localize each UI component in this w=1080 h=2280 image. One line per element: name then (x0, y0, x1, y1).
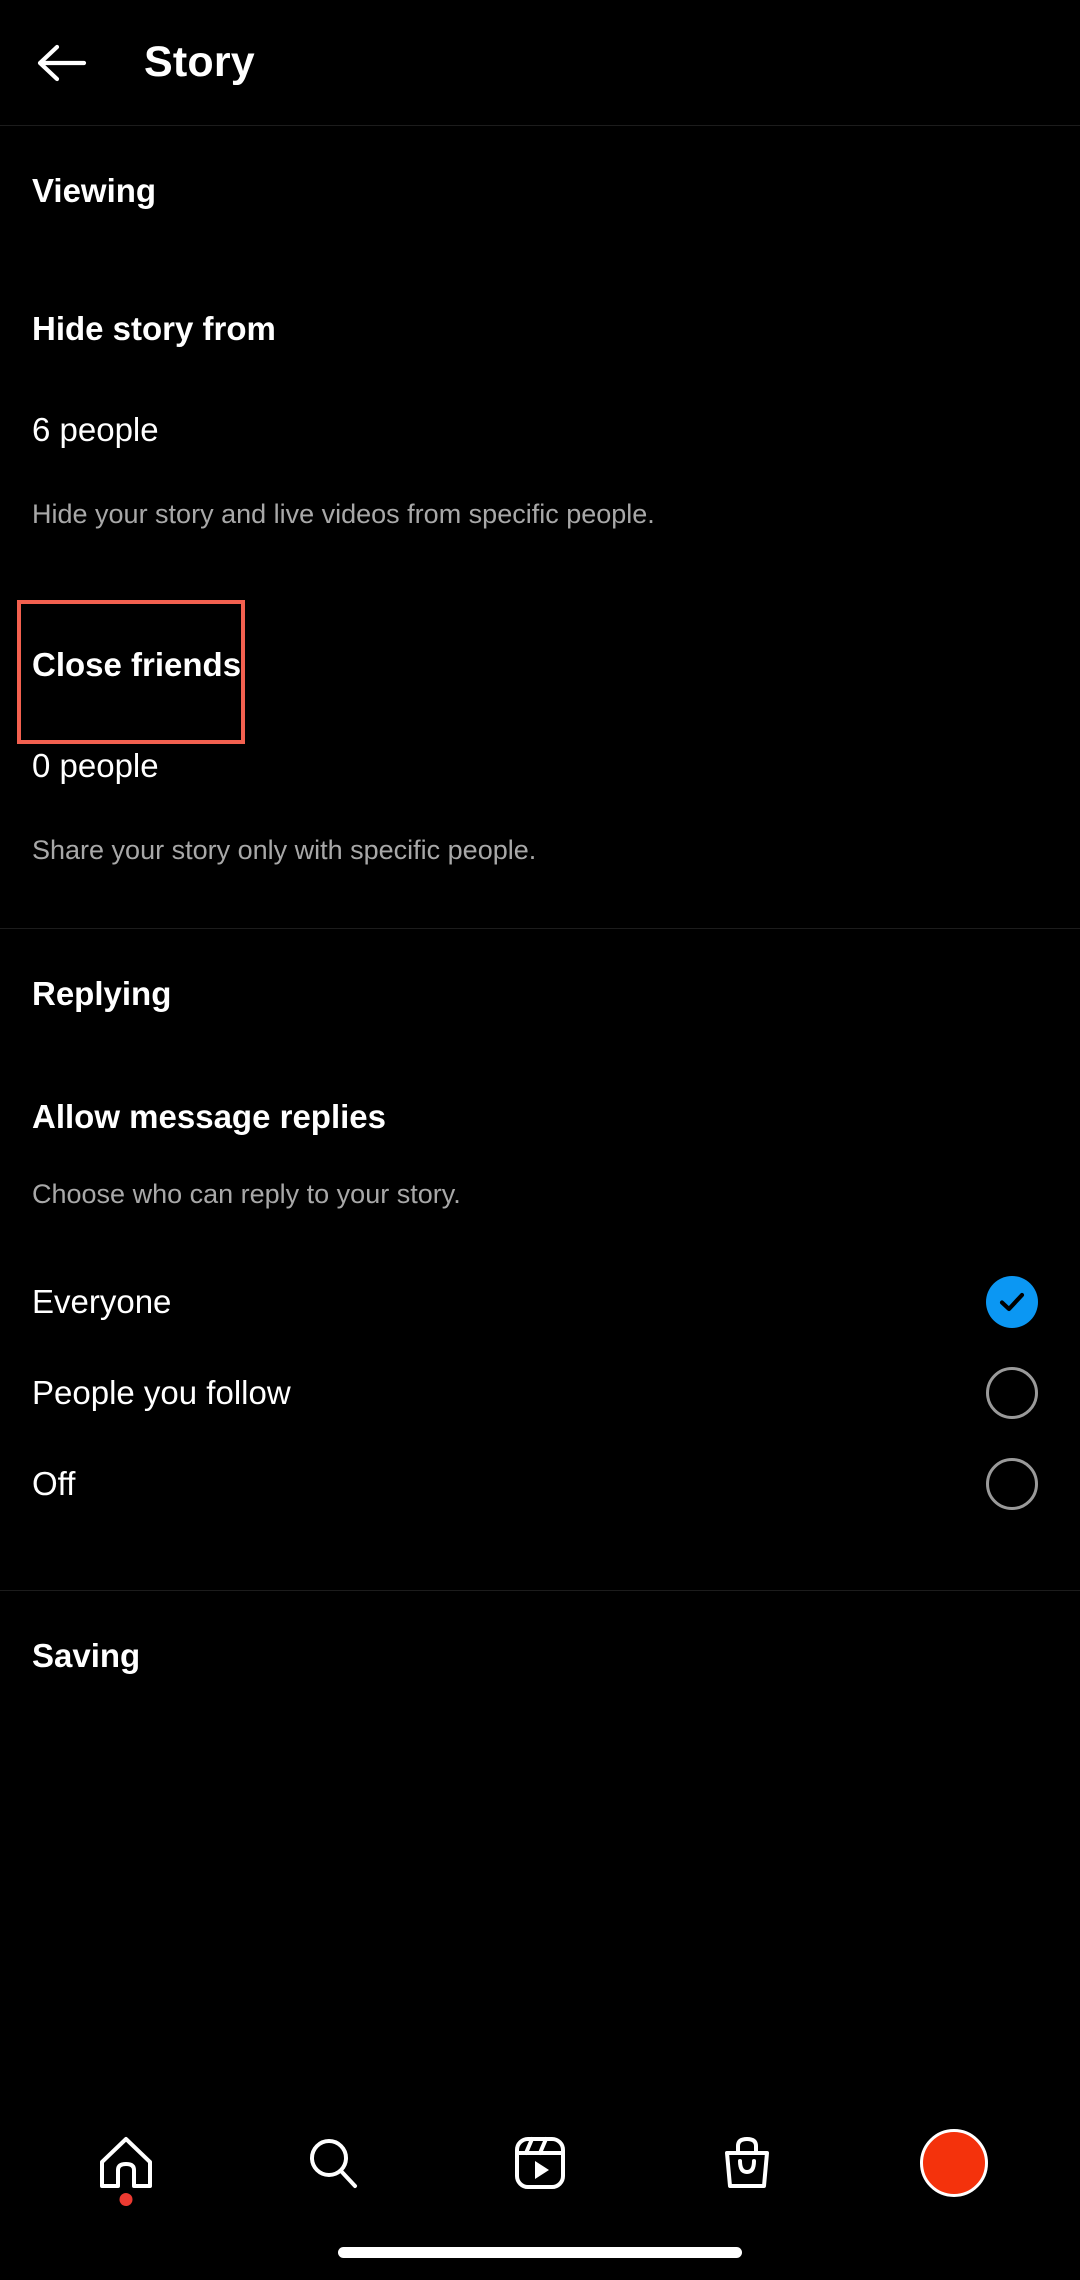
nav-shop-button[interactable] (695, 2111, 799, 2215)
nav-profile-button[interactable] (902, 2111, 1006, 2215)
radio-unselected-off[interactable] (986, 1457, 1038, 1510)
back-arrow-icon (37, 44, 87, 81)
reply-option-everyone-label: Everyone (32, 1283, 172, 1320)
home-indicator (338, 2247, 742, 2258)
app-header: Story (0, 0, 1080, 126)
reply-option-off[interactable]: Off (0, 1438, 1080, 1529)
reels-icon (514, 2137, 565, 2189)
profile-avatar-icon (920, 2129, 989, 2197)
hide-story-from-title: Hide story from (32, 310, 276, 347)
reply-option-people-you-follow-label: People you follow (32, 1374, 291, 1411)
close-friends-row[interactable]: Close friends 0 people (0, 600, 1080, 782)
home-notification-dot (119, 2193, 133, 2206)
search-icon (309, 2139, 357, 2188)
hide-story-from-row[interactable]: Hide story from 6 people Hide your story… (0, 312, 1080, 528)
close-friends-value: 0 people (32, 747, 159, 784)
radio-unselected-people-you-follow[interactable] (986, 1366, 1038, 1419)
hide-story-from-description: Hide your story and live videos from spe… (32, 499, 655, 529)
reply-option-everyone[interactable]: Everyone (0, 1256, 1080, 1347)
page-title: Story (144, 38, 255, 86)
allow-message-replies-title: Allow message replies (32, 1098, 386, 1135)
nav-reels-button[interactable] (488, 2111, 592, 2215)
nav-home-button[interactable] (74, 2111, 178, 2215)
close-friends-description: Share your story only with specific peop… (32, 835, 537, 865)
radio-selected-everyone[interactable] (986, 1275, 1038, 1328)
reply-option-people-you-follow[interactable]: People you follow (0, 1347, 1080, 1438)
replying-section: Replying Allow message replies Choose wh… (0, 929, 1080, 1591)
shop-bag-icon (725, 2136, 770, 2188)
replying-section-header: Replying (32, 975, 172, 1012)
check-icon (999, 1292, 1025, 1311)
saving-section-header: Saving (32, 1637, 141, 1674)
viewing-section: Viewing Hide story from 6 people Hide yo… (0, 126, 1080, 929)
bottom-navigation-bar (0, 2102, 1080, 2280)
hide-story-from-value: 6 people (32, 411, 159, 448)
allow-message-replies-description: Choose who can reply to your story. (32, 1179, 461, 1209)
viewing-section-header: Viewing (32, 172, 157, 209)
home-icon (99, 2137, 152, 2188)
nav-search-button[interactable] (281, 2111, 385, 2215)
back-button[interactable] (34, 34, 92, 92)
saving-section: Saving (0, 1591, 1080, 1672)
reply-option-off-label: Off (32, 1465, 76, 1502)
close-friends-title: Close friends (32, 646, 242, 683)
